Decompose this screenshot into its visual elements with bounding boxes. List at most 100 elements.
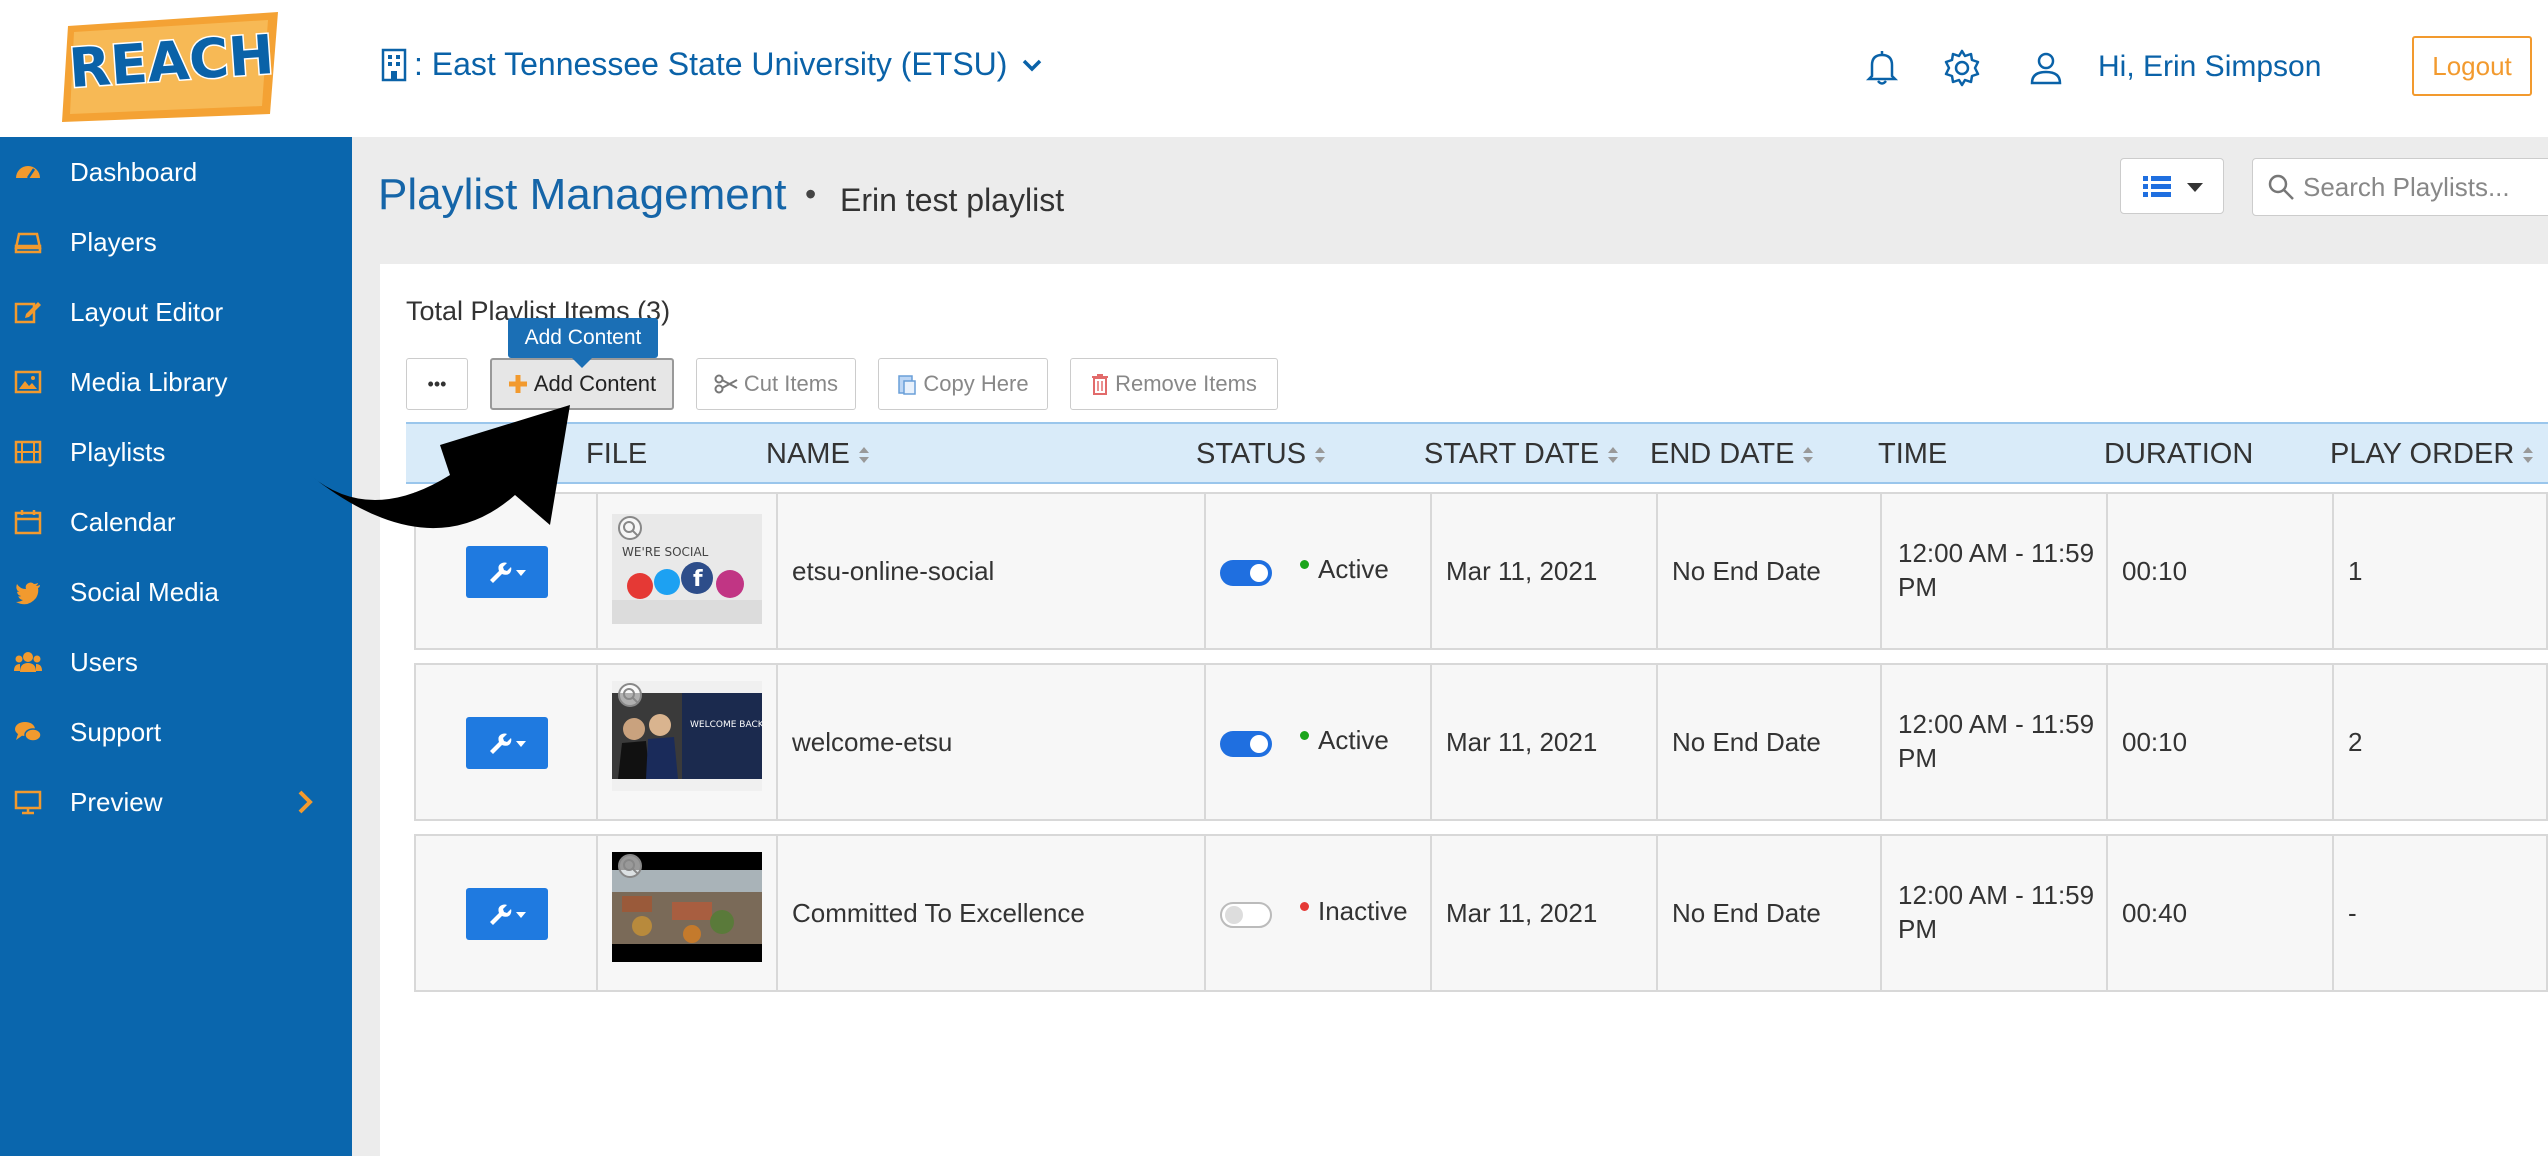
- table-row[interactable]: Committed To Excellence Inactive Mar 11,…: [414, 834, 2548, 992]
- sidebar-item-label: Playlists: [70, 436, 166, 467]
- sidebar-item-label: Media Library: [70, 366, 228, 397]
- wrench-icon: [490, 733, 526, 754]
- media-thumbnail[interactable]: WELCOME BACK, ETSU: [612, 681, 762, 791]
- dashboard-icon: [16, 166, 40, 179]
- page-title: Playlist Management: [378, 170, 787, 219]
- search-box[interactable]: [2252, 158, 2548, 216]
- sidebar-item-label: Social Media: [70, 576, 219, 607]
- svg-text:f: f: [693, 567, 703, 592]
- edit-icon: [14, 302, 41, 324]
- duration: 00:10: [2122, 727, 2188, 757]
- add-content-label: Add Content: [533, 371, 657, 396]
- time-range: 12:00 AM - 11:59 PM: [1898, 880, 2095, 944]
- end-date: No End Date: [1672, 727, 1821, 757]
- table-header: FILE NAME STATUS START DATE END DATE TIM…: [406, 422, 2548, 484]
- sidebar-item-label: Dashboard: [70, 156, 198, 187]
- status-toggle[interactable]: [1220, 731, 1272, 757]
- table-row[interactable]: WELCOME BACK, ETSU welcome-etsu Active M…: [414, 663, 2548, 821]
- row-actions-button[interactable]: [466, 717, 548, 769]
- player-icon: [14, 232, 42, 254]
- twitter-icon: [16, 582, 40, 605]
- sidebar-item-label: Layout Editor: [70, 296, 224, 327]
- top-bar: REACH : East Tennessee State University …: [0, 0, 2548, 137]
- play-order: 1: [2348, 556, 2363, 586]
- start-date: Mar 11, 2021: [1446, 727, 1598, 757]
- calendar-icon: [14, 510, 42, 535]
- status-dot: [1300, 902, 1309, 911]
- sidebar-item-layout-editor[interactable]: Layout Editor: [0, 277, 352, 347]
- media-thumbnail[interactable]: [612, 852, 762, 962]
- search-input[interactable]: [2303, 169, 2548, 205]
- sidebar-item-users[interactable]: Users: [0, 627, 352, 697]
- time-range: 12:00 AM - 11:59 PM: [1898, 538, 2095, 602]
- gear-icon[interactable]: [1942, 48, 1982, 88]
- logout-button[interactable]: Logout: [2412, 36, 2532, 96]
- row-actions-button[interactable]: [466, 888, 548, 940]
- sidebar-item-preview[interactable]: Preview: [0, 767, 352, 837]
- users-icon: [14, 652, 42, 672]
- sort-icon: [1315, 446, 1326, 463]
- status-toggle[interactable]: [1220, 902, 1272, 928]
- end-date: No End Date: [1672, 556, 1821, 586]
- sidebar-item-dashboard[interactable]: Dashboard: [0, 137, 352, 207]
- chat-icon: [15, 722, 42, 742]
- play-order: -: [2348, 898, 2357, 928]
- playlist-name: Erin test playlist: [840, 182, 1065, 218]
- sort-icon: [2523, 446, 2534, 463]
- status-label: Active: [1318, 725, 1389, 755]
- user-icon[interactable]: [2026, 48, 2066, 88]
- view-toggle-button[interactable]: [2120, 158, 2224, 214]
- sidebar-item-support[interactable]: Support: [0, 697, 352, 767]
- wrench-icon: [490, 904, 526, 925]
- building-icon: [381, 48, 407, 81]
- sidebar-item-players[interactable]: Players: [0, 207, 352, 277]
- status-toggle[interactable]: [1220, 560, 1272, 586]
- column-header-play-order[interactable]: PLAY ORDER: [2330, 438, 2534, 471]
- status-label: Inactive: [1318, 896, 1408, 926]
- organization-selector[interactable]: : East Tennessee State University (ETSU): [380, 46, 1043, 83]
- status-dot: [1300, 731, 1309, 740]
- sidebar-item-label: Support: [70, 716, 162, 747]
- media-thumbnail[interactable]: WE'RE SOCIAL f: [612, 514, 762, 624]
- bell-icon[interactable]: [1862, 48, 1902, 88]
- thumbnail-text: WE'RE SOCIAL: [622, 545, 709, 559]
- sidebar-item-label: Players: [70, 226, 157, 257]
- paste-icon: [898, 375, 917, 395]
- reach-logo[interactable]: REACH: [62, 10, 284, 122]
- copy-here-button[interactable]: Copy Here: [878, 358, 1048, 410]
- duration: 00:40: [2122, 898, 2188, 928]
- start-date: Mar 11, 2021: [1446, 556, 1598, 586]
- column-header-time: TIME: [1878, 438, 1948, 470]
- table-row[interactable]: WE'RE SOCIAL f etsu-online-social Active…: [414, 492, 2548, 650]
- start-date: Mar 11, 2021: [1446, 898, 1598, 928]
- user-greeting[interactable]: Hi, Erin Simpson: [2098, 50, 2321, 84]
- organization-name: : East Tennessee State University (ETSU): [414, 46, 1008, 82]
- column-header-start-date[interactable]: START DATE: [1424, 438, 1619, 471]
- sort-icon: [1608, 446, 1619, 463]
- image-icon: [14, 370, 42, 394]
- sidebar-item-label: Users: [70, 646, 138, 677]
- monitor-icon: [14, 790, 42, 815]
- copy-here-label: Copy Here: [923, 371, 1029, 396]
- cut-items-button[interactable]: Cut Items: [696, 358, 856, 410]
- duration: 00:10: [2122, 556, 2188, 586]
- sidebar: Dashboard Players Layout Editor Media Li…: [0, 137, 352, 1156]
- column-header-end-date[interactable]: END DATE: [1650, 438, 1814, 471]
- status-dot: [1300, 560, 1309, 569]
- item-name: Committed To Excellence: [792, 898, 1085, 928]
- sort-icon: [858, 446, 869, 463]
- pointer-arrow-annotation: [310, 405, 570, 529]
- chevron-right-icon: [298, 790, 313, 814]
- sort-icon: [1803, 446, 1814, 463]
- chevron-down-icon: [1023, 59, 1042, 71]
- column-header-duration: DURATION: [2104, 438, 2254, 470]
- cut-items-label: Cut Items: [743, 371, 839, 396]
- column-header-file: FILE: [586, 438, 648, 470]
- column-header-name[interactable]: NAME: [766, 438, 870, 471]
- title-separator: •: [805, 176, 817, 212]
- scissors-icon: [714, 374, 738, 394]
- remove-items-button[interactable]: Remove Items: [1070, 358, 1278, 410]
- remove-items-label: Remove Items: [1115, 371, 1257, 396]
- column-header-status[interactable]: STATUS: [1196, 438, 1326, 471]
- search-icon: [2268, 174, 2294, 200]
